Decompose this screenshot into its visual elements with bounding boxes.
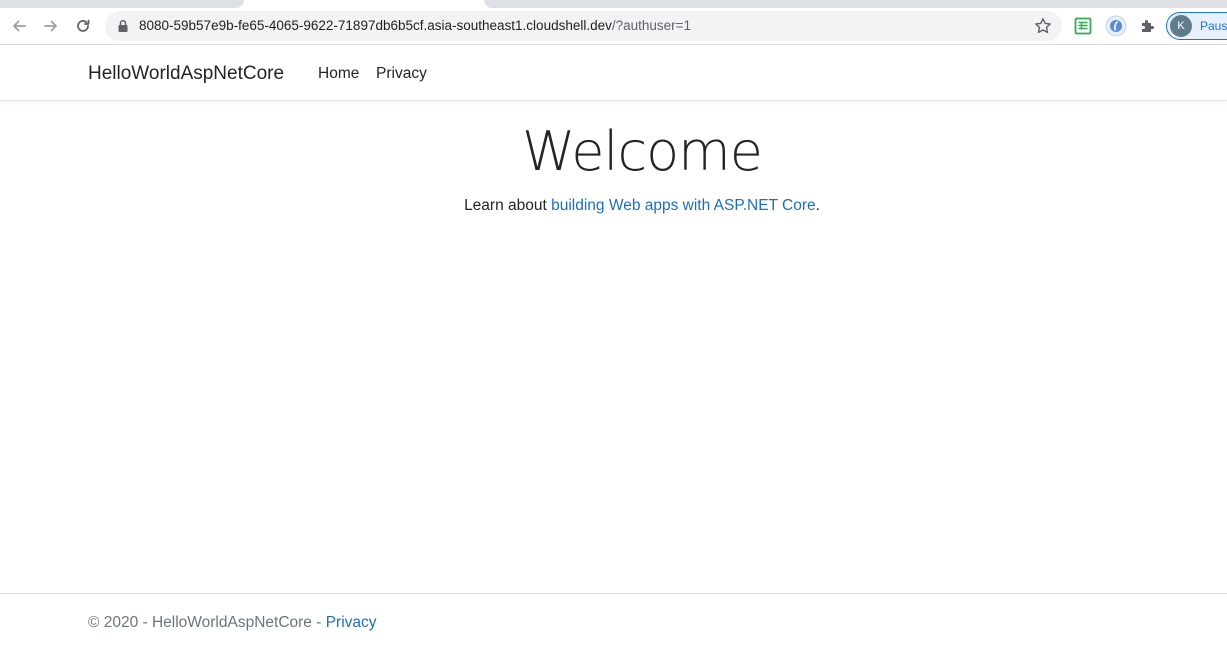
sheets-extension-icon bbox=[1074, 17, 1092, 35]
blue-extension-button[interactable] bbox=[1104, 14, 1128, 38]
puzzle-icon bbox=[1142, 20, 1154, 32]
extensions-menu-button[interactable] bbox=[1136, 14, 1160, 38]
tab-strip bbox=[0, 0, 1227, 8]
nav-link-privacy[interactable]: Privacy bbox=[376, 46, 427, 101]
sheets-extension-button[interactable] bbox=[1071, 14, 1095, 38]
inactive-tab-right[interactable] bbox=[484, 0, 1227, 8]
url-host: 8080-59b57e9b-fe65-4065-9622-71897db6b5c… bbox=[139, 18, 612, 33]
forward-button[interactable] bbox=[36, 11, 66, 41]
nav-link-home[interactable]: Home bbox=[318, 46, 359, 101]
lock-icon[interactable] bbox=[117, 19, 129, 33]
footer-privacy-link[interactable]: Privacy bbox=[326, 614, 377, 631]
navbar-brand[interactable]: HelloWorldAspNetCore bbox=[88, 46, 284, 101]
address-bar[interactable]: 8080-59b57e9b-fe65-4065-9622-71897db6b5c… bbox=[105, 11, 1062, 41]
browser-toolbar: 8080-59b57e9b-fe65-4065-9622-71897db6b5c… bbox=[0, 8, 1227, 45]
profile-button[interactable]: K Pause bbox=[1166, 12, 1227, 40]
back-arrow-icon bbox=[13, 20, 26, 32]
avatar: K bbox=[1170, 15, 1192, 37]
lead-suffix: . bbox=[815, 197, 820, 214]
star-icon[interactable] bbox=[1034, 17, 1052, 35]
lead-prefix: Learn about bbox=[464, 197, 552, 214]
page-footer: © 2020 - HelloWorldAspNetCore - Privacy bbox=[0, 593, 1227, 651]
url-text[interactable]: 8080-59b57e9b-fe65-4065-9622-71897db6b5c… bbox=[139, 11, 691, 41]
back-button[interactable] bbox=[4, 11, 34, 41]
lead-paragraph: Learn about building Web apps with ASP.N… bbox=[0, 194, 1227, 218]
page-title: Welcome bbox=[521, 120, 763, 183]
reload-button[interactable] bbox=[68, 11, 98, 41]
footer-copyright: © 2020 - HelloWorldAspNetCore - bbox=[88, 614, 326, 631]
footer-text: © 2020 - HelloWorldAspNetCore - Privacy bbox=[88, 614, 377, 632]
profile-status-label: Pause bbox=[1200, 19, 1227, 33]
reload-icon bbox=[77, 19, 90, 32]
inactive-tab-left[interactable] bbox=[0, 0, 244, 8]
docs-link[interactable]: building Web apps with ASP.NET Core bbox=[551, 197, 816, 214]
blue-extension-icon bbox=[1105, 15, 1127, 37]
main-content: Welcome Learn about building Web apps wi… bbox=[0, 101, 1227, 593]
site-navbar: HelloWorldAspNetCore Home Privacy bbox=[0, 46, 1227, 101]
forward-arrow-icon bbox=[44, 20, 57, 32]
url-path: /?authuser=1 bbox=[611, 18, 692, 33]
